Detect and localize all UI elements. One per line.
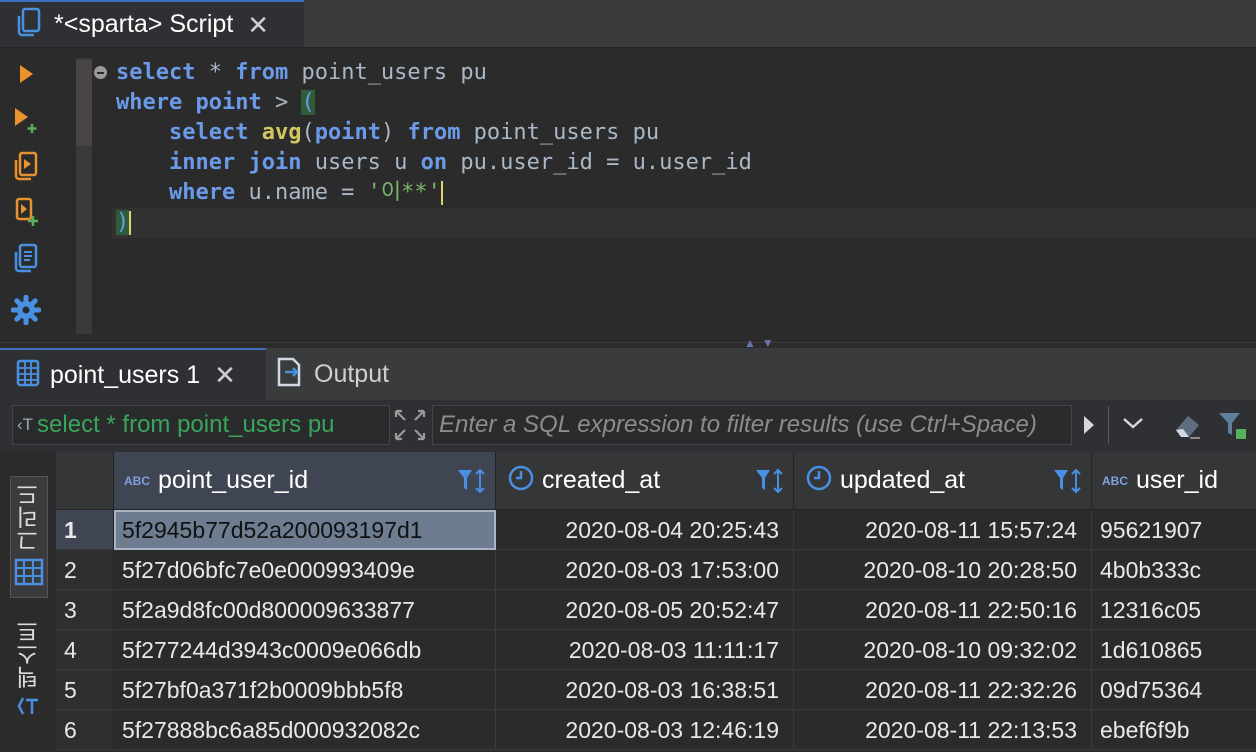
fold-toggle-icon[interactable] (94, 66, 107, 79)
editor-toolbar (0, 48, 56, 342)
table-cell[interactable]: 2020-08-11 15:57:24 (794, 510, 1092, 550)
execute-script-icon[interactable] (8, 148, 44, 184)
output-icon (276, 357, 304, 392)
apply-filter-button[interactable] (1072, 406, 1106, 444)
row-number[interactable]: 6 (56, 710, 114, 750)
column-label: point_user_id (158, 466, 309, 494)
script-tab[interactable]: *<sparta> Script ✕ (0, 0, 304, 47)
table-cell[interactable]: 2020-08-03 11:11:17 (496, 630, 794, 670)
table-cell[interactable]: 2020-08-04 20:25:43 (496, 510, 794, 550)
execute-statement-icon[interactable] (8, 56, 44, 92)
table-cell[interactable]: ebef6f9b (1092, 710, 1256, 750)
table-cell[interactable]: 95621907 (1092, 510, 1256, 550)
tab-point-users-1[interactable]: point_users 1 ✕ (0, 348, 266, 400)
column-header-point-user-id[interactable]: ABC point_user_id (114, 452, 496, 510)
chevron-down-icon (1122, 416, 1144, 435)
sql-line-4: inner join users u on pu.user_id = u.use… (168, 150, 752, 175)
statement-marker (76, 60, 92, 146)
sql-line-5: where u.name = '이**' (168, 180, 443, 205)
grid-table-icon (16, 359, 40, 392)
column-filter-sort-icon[interactable] (457, 468, 487, 499)
grid-icon (14, 558, 44, 591)
table-cell[interactable]: 2020-08-05 20:52:47 (496, 590, 794, 630)
text-view-label: 텍스트 (16, 620, 42, 689)
close-icon[interactable]: ✕ (214, 362, 236, 388)
table-cell[interactable]: 2020-08-11 22:32:26 (794, 670, 1092, 710)
table-cell[interactable]: 12316c05 (1092, 590, 1256, 630)
execute-new-tab-icon[interactable] (8, 102, 44, 138)
tab-point-users-label: point_users 1 (50, 360, 201, 389)
column-filter-sort-icon[interactable] (1053, 468, 1083, 499)
filter-expression-input[interactable] (432, 405, 1072, 445)
text-caret (440, 181, 443, 205)
row-number[interactable]: 3 (56, 590, 114, 630)
table-cell[interactable]: 09d75364 (1092, 670, 1256, 710)
table-cell[interactable]: 2020-08-10 09:32:02 (794, 630, 1092, 670)
column-header-updated-at[interactable]: updated_at (794, 452, 1092, 510)
text-icon (17, 695, 41, 722)
sql-editor[interactable]: select * from point_users pu where point… (56, 48, 1256, 342)
script-tab-title: *<sparta> Script (54, 10, 234, 38)
view-mode-tabs: 그리드 텍스트 (0, 452, 56, 752)
text-type-icon: ABC (124, 473, 150, 488)
filter-settings-icon[interactable] (1212, 406, 1252, 444)
table-cell[interactable]: 2020-08-10 20:28:50 (794, 550, 1092, 590)
sql-script-icon (14, 6, 44, 43)
row-number[interactable]: 4 (56, 630, 114, 670)
column-label: user_id (1136, 466, 1218, 494)
table-cell[interactable]: 2020-08-11 22:50:16 (794, 590, 1092, 630)
table-cell[interactable]: 2020-08-11 22:13:53 (794, 710, 1092, 750)
row-number[interactable]: 5 (56, 670, 114, 710)
query-text: select * from point_users pu (37, 411, 335, 438)
bracket-caret (129, 211, 132, 235)
column-header-created-at[interactable]: created_at (496, 452, 794, 510)
gear-icon[interactable] (8, 292, 44, 328)
close-icon[interactable]: ✕ (247, 12, 269, 38)
results-grid[interactable]: ABC point_user_id created_at updated_at … (56, 452, 1256, 752)
tab-output-label: Output (314, 359, 390, 388)
table-cell[interactable]: 2020-08-03 17:53:00 (496, 550, 794, 590)
tab-grid-view[interactable]: 그리드 (10, 476, 48, 598)
sql-line-3: select avg(point) from point_users pu (168, 120, 660, 145)
expand-icon[interactable] (392, 407, 428, 443)
table-cell[interactable]: 1d610865 (1092, 630, 1256, 670)
text-key-type-icon: ABC (1102, 473, 1128, 488)
row-number[interactable]: 2 (56, 550, 114, 590)
table-cell[interactable]: 5f27d06bfc7e0e000993409e (114, 550, 496, 590)
column-label: updated_at (840, 466, 966, 494)
clock-icon (806, 465, 832, 496)
sql-line-2: where point > ( (116, 90, 315, 115)
clock-icon (508, 465, 534, 496)
column-label: created_at (542, 466, 661, 494)
eraser-icon[interactable] (1168, 406, 1208, 444)
execute-script-new-tab-icon[interactable] (8, 194, 44, 230)
row-number[interactable]: 1 (56, 510, 114, 550)
sql-query-icon: ‹T (17, 415, 34, 434)
sql-line-1: select * from point_users pu (116, 60, 487, 85)
table-cell[interactable]: 5f2945b77d52a200093197d1 (114, 510, 496, 550)
table-cell[interactable]: 2020-08-03 16:38:51 (496, 670, 794, 710)
editor-tab-bar: *<sparta> Script ✕ (0, 0, 1256, 48)
table-cell[interactable]: 2020-08-03 12:46:19 (496, 710, 794, 750)
table-cell[interactable]: 5f2a9d8fc00d800009633877 (114, 590, 496, 630)
table-cell[interactable]: 5f27888bc6a85d000932082c (114, 710, 496, 750)
tab-text-view[interactable]: 텍스트 (10, 620, 48, 730)
table-cell[interactable]: 4b0b333c (1092, 550, 1256, 590)
sql-line-6: ) (116, 210, 132, 235)
table-cell[interactable]: 5f277244d3943c0009e066db (114, 630, 496, 670)
filter-history-dropdown[interactable] (1108, 406, 1157, 444)
table-cell[interactable]: 5f27bf0a371f2b0009bbb5f8 (114, 670, 496, 710)
query-text-chip[interactable]: ‹T select * from point_users pu (12, 405, 390, 445)
explain-plan-icon[interactable] (8, 240, 44, 276)
sql-code[interactable]: select * from point_users pu where point… (116, 58, 752, 238)
tab-output[interactable]: Output (266, 348, 466, 400)
grid-corner[interactable] (56, 452, 114, 510)
column-header-user-id[interactable]: ABC user_id (1092, 452, 1256, 510)
grid-view-label: 그리드 (16, 483, 42, 552)
column-filter-sort-icon[interactable] (755, 468, 785, 499)
results-tab-bar: point_users 1 ✕ Output (0, 348, 1256, 401)
filter-bar: ‹T select * from point_users pu (0, 400, 1256, 452)
